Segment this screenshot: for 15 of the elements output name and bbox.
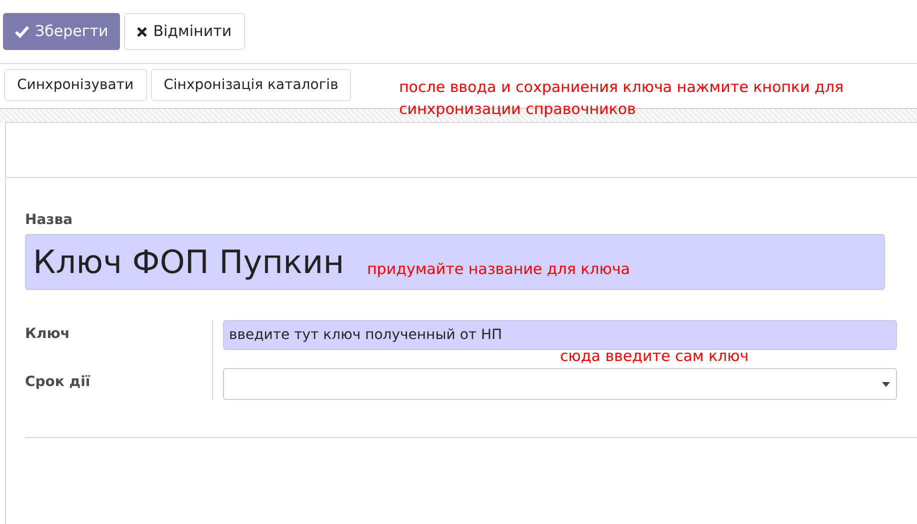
sync-button[interactable]: Сінхронізація каталогів	[150, 69, 352, 101]
date-select[interactable]	[223, 368, 897, 400]
close-icon	[137, 26, 148, 36]
annotation-note: сюда введите сам ключ	[560, 348, 749, 365]
key-field[interactable]: введите тут ключ полученный от НП	[223, 320, 897, 350]
discard-button[interactable]: Відмінити	[124, 13, 245, 50]
caret-icon	[882, 382, 890, 386]
save-button[interactable]: Зберегти	[3, 13, 120, 50]
field-label: Ключ	[25, 325, 71, 344]
annotation-note: придумайте название для ключа	[367, 259, 630, 280]
field-label: Срок дії	[25, 373, 92, 392]
check-icon	[15, 26, 29, 38]
sync-button[interactable]: Синхронізувати	[4, 69, 147, 101]
field-label: Назва	[25, 211, 74, 230]
annotation-note: после ввода и сохраниения ключа нажмите кнопки для синхронизации справочников	[399, 77, 844, 120]
